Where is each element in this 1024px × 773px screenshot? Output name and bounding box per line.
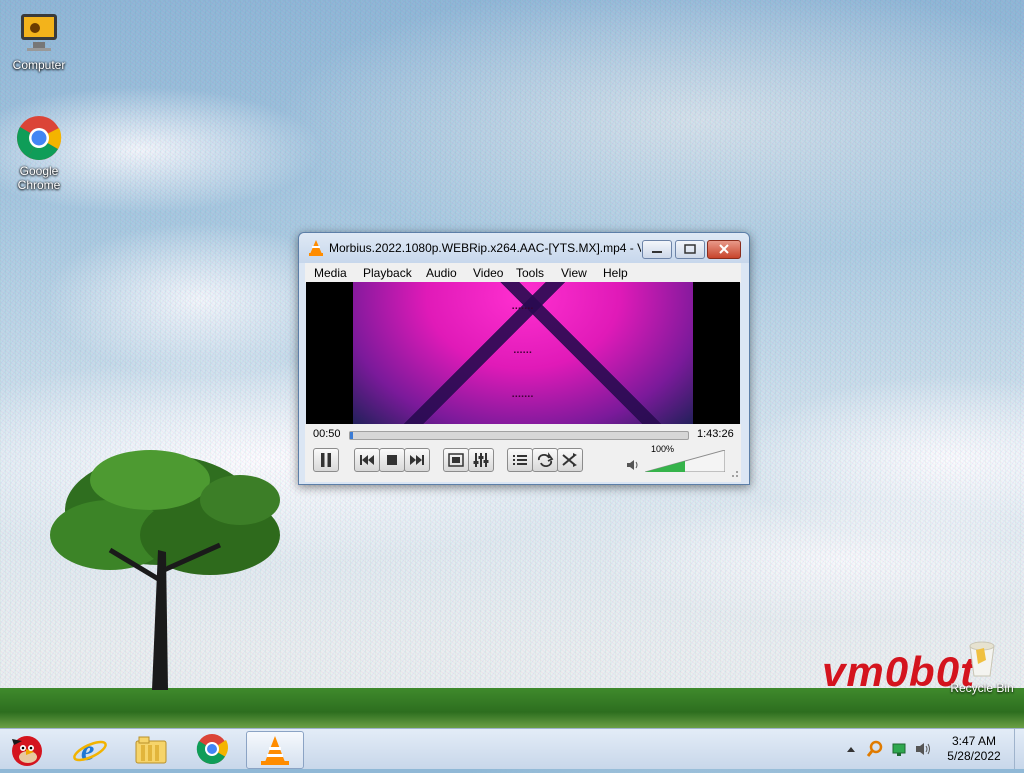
menu-bar: Media Playback Audio Video Tools View He… (305, 263, 741, 283)
angry-birds-icon (12, 736, 42, 766)
menu-help[interactable]: Help (603, 266, 628, 280)
clock-date: 5/28/2022 (947, 749, 1001, 763)
menu-video[interactable]: Video (473, 266, 503, 280)
clock-time: 3:47 AM (951, 734, 997, 748)
taskbar-internet-explorer[interactable]: e (62, 731, 118, 767)
desktop-icon-label: Computer (12, 58, 66, 72)
stop-button[interactable] (379, 448, 405, 472)
menu-media[interactable]: Media (314, 266, 347, 280)
tray-search-icon[interactable] (866, 740, 884, 758)
internet-explorer-icon: e (73, 734, 107, 767)
volume-icon[interactable] (914, 741, 932, 757)
menu-tools[interactable]: Tools (516, 266, 544, 280)
chrome-icon (196, 734, 229, 765)
file-explorer-icon (135, 736, 167, 764)
taskbar-file-explorer[interactable] (123, 731, 179, 767)
previous-button[interactable] (354, 448, 380, 472)
elapsed-time: 00:50 (313, 428, 341, 440)
minimize-button[interactable] (642, 240, 672, 259)
seek-progress (350, 432, 354, 439)
pause-button[interactable] (313, 448, 339, 472)
stop-icon (387, 455, 397, 465)
svg-text:e: e (81, 734, 94, 767)
menu-audio[interactable]: Audio (426, 266, 457, 280)
maximize-icon (684, 244, 696, 254)
maximize-button[interactable] (675, 240, 705, 259)
tree-image (50, 450, 280, 690)
clock[interactable]: 3:47 AM 5/28/2022 (936, 734, 1012, 764)
menu-playback[interactable]: Playback (363, 266, 412, 280)
playlist-icon (513, 455, 527, 465)
next-button[interactable] (404, 448, 430, 472)
shuffle-button[interactable] (557, 448, 583, 472)
equalizer-icon (473, 453, 489, 467)
extended-settings-button[interactable] (468, 448, 494, 472)
desktop-icon-label: Google Chrome (17, 164, 61, 192)
fullscreen-icon (448, 453, 464, 467)
volume-slider[interactable] (645, 450, 725, 472)
menu-view[interactable]: View (561, 266, 587, 280)
pause-icon (321, 453, 331, 467)
desktop-icon-label: Recycle Bin (950, 681, 1014, 695)
minimize-icon (652, 251, 662, 253)
taskbar-vlc[interactable] (246, 731, 304, 769)
desktop-icon-computer[interactable]: Computer (1, 8, 77, 72)
video-area[interactable]: ▪▪▪▪▪▪▪ ▪▪▪▪▪▪ ▪▪▪▪▪▪▪ (306, 282, 740, 424)
chrome-icon (15, 114, 63, 162)
show-desktop-button[interactable] (1014, 729, 1024, 769)
taskbar: e 3:47 AM 5/28/2022 (0, 728, 1024, 769)
video-credit-text: ▪▪▪▪▪▪ (513, 350, 533, 356)
vlc-icon (309, 240, 323, 256)
show-hidden-icons-icon[interactable] (846, 745, 856, 753)
close-button[interactable] (707, 240, 741, 259)
resize-grip-icon[interactable] (729, 468, 739, 478)
network-icon[interactable] (891, 741, 907, 757)
title-bar[interactable]: Morbius.2022.1080p.WEBRip.x264.AAC-[YTS.… (299, 233, 749, 263)
recycle-bin-icon (969, 641, 995, 677)
mute-toggle-icon[interactable] (625, 458, 641, 472)
window-title: Morbius.2022.1080p.WEBRip.x264.AAC-[YTS.… (329, 241, 641, 255)
seek-slider[interactable] (349, 431, 689, 440)
vlc-icon (261, 736, 289, 765)
taskbar-chrome[interactable] (184, 731, 240, 767)
video-credit-text: ▪▪▪▪▪▪▪ (512, 306, 534, 312)
computer-icon (15, 8, 63, 56)
loop-icon (537, 452, 554, 468)
video-credit-text: ▪▪▪▪▪▪▪ (512, 394, 534, 400)
desktop-icon-recycle-bin[interactable]: Recycle Bin (942, 638, 1022, 695)
controls-bar: 00:50 1:43:26 100% (305, 424, 741, 482)
shuffle-icon (562, 453, 577, 467)
desktop-icon-chrome[interactable]: Google Chrome (1, 114, 77, 192)
taskbar-angry-birds[interactable] (4, 731, 50, 767)
total-duration: 1:43:26 (697, 428, 734, 440)
loop-button[interactable] (532, 448, 558, 472)
close-icon (719, 244, 729, 254)
video-frame: ▪▪▪▪▪▪▪ ▪▪▪▪▪▪ ▪▪▪▪▪▪▪ (353, 282, 693, 424)
next-icon (410, 455, 424, 465)
playlist-button[interactable] (507, 448, 533, 472)
previous-icon (360, 455, 374, 465)
fullscreen-button[interactable] (443, 448, 469, 472)
vlc-window[interactable]: Morbius.2022.1080p.WEBRip.x264.AAC-[YTS.… (298, 232, 750, 485)
